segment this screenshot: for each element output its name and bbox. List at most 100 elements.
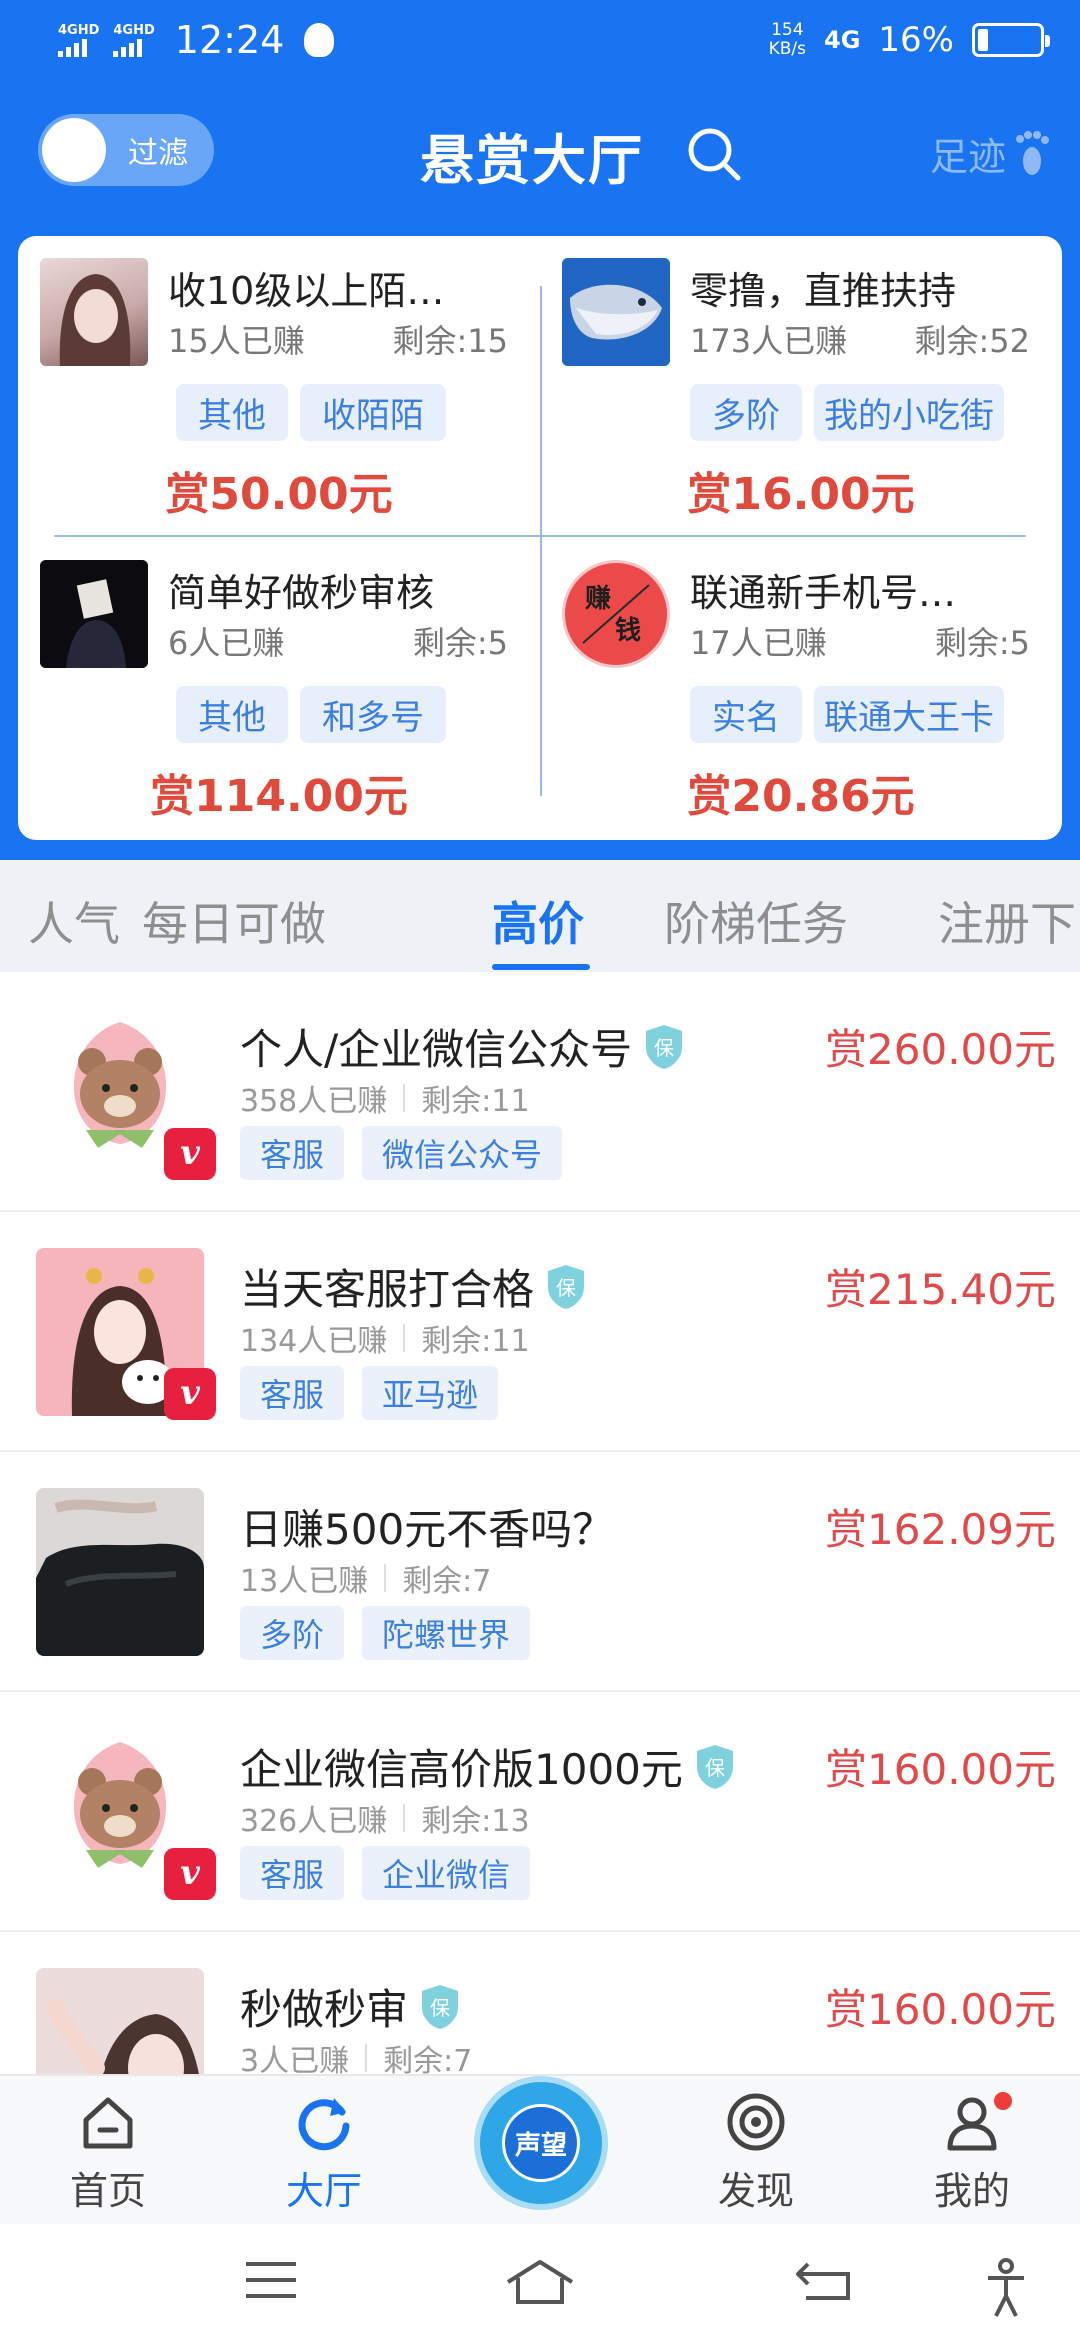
footprint-icon: [1016, 130, 1049, 175]
task-title-text: 秒做秒审: [240, 1985, 409, 2034]
featured-task-3[interactable]: 赚 钱 联通新手机号… 17人已赚 剩余:5 实名 联通大王卡 赏20.86元: [540, 538, 1062, 838]
list-item[interactable]: 日赚500元不香吗？ 13人已赚 剩余:7 多阶 陀螺世界 赏162.09元: [0, 1452, 1080, 1692]
task-avatar: [36, 1968, 204, 2074]
system-home-icon[interactable]: [504, 2258, 576, 2306]
tab-high-price[interactable]: 高价: [492, 888, 584, 954]
task-reward: 赏260.00元: [825, 1025, 1056, 1074]
battery-level: [978, 29, 988, 51]
task-reward: 赏160.00元: [825, 1985, 1056, 2034]
featured-task-1[interactable]: 零撸，直推扶持 173人已赚 剩余:52 多阶 我的小吃街 赏16.00元: [540, 236, 1062, 536]
task-tag: 多阶: [240, 1606, 345, 1660]
earned-count: 6人已赚: [168, 624, 285, 662]
reputation-label: 声望: [502, 2104, 580, 2182]
earned-count: 17人已赚: [690, 624, 827, 662]
footprint-label: 足迹: [929, 135, 1006, 179]
status-bar: 4GHD 4GHD 12:24 154 KB/s 4G 16%: [0, 0, 1080, 86]
task-reward: 赏16.00元: [687, 469, 915, 520]
featured-task-0[interactable]: 收10级以上陌… 15人已赚 剩余:15 其他 收陌陌 赏50.00元: [18, 236, 540, 536]
list-item[interactable]: 秒做秒审 保 3人已赚 剩余:7 赏160.00元: [0, 1932, 1080, 2074]
back-icon[interactable]: [794, 2258, 854, 2302]
task-stats: 173人已赚 剩余:52: [690, 316, 1030, 362]
task-tag: 客服: [240, 1366, 345, 1420]
vip-badge-icon: v: [164, 1128, 216, 1180]
remaining-count: 剩余:52: [914, 322, 1030, 360]
signal-bars-icon: [113, 37, 154, 57]
menu-icon[interactable]: [244, 2258, 298, 2302]
task-stats: 3人已赚 剩余:7: [240, 2036, 472, 2074]
system-nav-bar: [0, 2224, 1080, 2340]
task-tag: 亚马逊: [362, 1366, 499, 1420]
discover-icon: [727, 2093, 785, 2151]
filter-label: 过滤: [128, 136, 188, 171]
list-item[interactable]: v 当天客服打合格 保 134人已赚 剩余:11 客服 亚马逊 赏215.40元: [0, 1212, 1080, 1452]
tab-underline: [492, 964, 590, 970]
earned-count: 173人已赚: [690, 322, 848, 360]
remaining-count: 剩余:5: [412, 624, 508, 662]
speed-value: 154: [771, 20, 804, 40]
task-tag: 我的小吃街: [814, 384, 1004, 441]
task-stats: 6人已赚 剩余:5: [168, 618, 508, 664]
task-title-text: 个人/企业微信公众号: [240, 1025, 633, 1074]
task-tags: 多阶 陀螺世界: [240, 1606, 531, 1660]
task-tag: 企业微信: [362, 1846, 531, 1900]
tab-register[interactable]: 注册下: [938, 888, 1076, 954]
remaining-count: 剩余:11: [421, 1324, 530, 1359]
tab-daily[interactable]: 每日可做: [142, 888, 326, 954]
search-icon[interactable]: [684, 124, 744, 184]
earned-count: 358人已赚: [240, 1084, 388, 1119]
clock: 12:24: [174, 18, 285, 62]
boxhead-photo-icon: [40, 560, 148, 668]
nav-mine[interactable]: 我的: [892, 2090, 1052, 2215]
clothes-photo-icon: [36, 1488, 204, 1656]
task-tag: 多阶: [690, 384, 802, 441]
task-title: 当天客服打合格 保: [240, 1256, 588, 1317]
signal-2-label: 4GHD: [113, 22, 155, 38]
task-reward: 赏50.00元: [165, 469, 393, 520]
reputation-button[interactable]: 声望: [480, 2082, 602, 2204]
nav-hall-label: 大厅: [285, 2169, 362, 2213]
toggle-knob: [42, 118, 106, 182]
tab-popular[interactable]: 人气: [28, 888, 120, 954]
task-tags: 其他 收陌陌: [176, 384, 446, 441]
list-item[interactable]: v 企业微信高价版1000元 保 326人已赚 剩余:13 客服 企业微信 赏1…: [0, 1692, 1080, 1932]
task-title: 零撸，直推扶持: [690, 269, 957, 313]
task-stats: 326人已赚 剩余:13: [240, 1796, 530, 1840]
remaining-count: 剩余:15: [392, 322, 508, 360]
task-tag: 客服: [240, 1846, 345, 1900]
featured-task-2[interactable]: 简单好做秒审核 6人已赚 剩余:5 其他 和多号 赏114.00元: [18, 538, 540, 838]
task-stats: 134人已赚 剩余:11: [240, 1316, 530, 1360]
list-item[interactable]: v 个人/企业微信公众号 保 358人已赚 剩余:11 客服 微信公众号 赏26…: [0, 972, 1080, 1212]
task-avatar: [562, 258, 670, 366]
task-reward: 赏162.09元: [825, 1505, 1056, 1554]
shield-text: 保: [430, 1996, 450, 2020]
signal-bars-icon: [58, 37, 99, 57]
remaining-count: 剩余:7: [383, 2044, 473, 2074]
home-icon: [83, 2097, 133, 2149]
task-tag: 实名: [690, 686, 802, 743]
battery-icon: [972, 23, 1050, 57]
guarantee-shield-icon: 保: [548, 1264, 585, 1309]
logo-text-1: 赚: [585, 584, 611, 614]
earned-count: 326人已赚: [240, 1804, 388, 1839]
accessibility-icon[interactable]: [984, 2258, 1028, 2318]
nav-discover[interactable]: 发现: [676, 2090, 836, 2215]
stats-separator: [384, 1564, 387, 1592]
nav-home[interactable]: 首页: [28, 2090, 188, 2215]
task-stats: 13人已赚 剩余:7: [240, 1556, 491, 1600]
task-title: 简单好做秒审核: [168, 571, 435, 615]
task-title: 秒做秒审 保: [240, 1976, 462, 2037]
footprint-button[interactable]: 足迹: [930, 126, 1050, 181]
bottom-nav: 首页 大厅 声望 发现 我的: [0, 2074, 1080, 2224]
nav-discover-label: 发现: [717, 2169, 794, 2213]
nav-hall[interactable]: 大厅: [244, 2090, 404, 2215]
shield-text: 保: [654, 1036, 674, 1060]
tab-tiered[interactable]: 阶梯任务: [664, 888, 848, 954]
task-tags: 多阶 我的小吃街: [690, 384, 1004, 441]
speed-unit: KB/s: [768, 39, 807, 59]
logo-text-2: 钱: [615, 616, 641, 646]
stats-separator: [403, 1804, 406, 1832]
filter-toggle[interactable]: 过滤: [38, 114, 214, 186]
page-title: 悬赏大厅: [420, 129, 644, 192]
task-tags: 客服 亚马逊: [240, 1366, 499, 1420]
refresh-icon: [298, 2098, 350, 2151]
